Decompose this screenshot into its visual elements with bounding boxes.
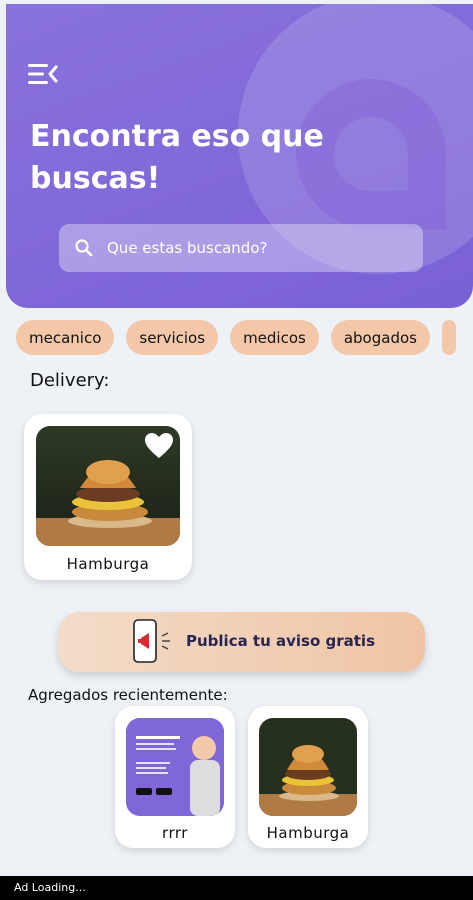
promo-image (126, 718, 224, 816)
page-title: Encontra eso que buscas! (30, 119, 324, 196)
category-chip-abogados[interactable]: abogados (330, 320, 430, 355)
phone-megaphone-icon (133, 619, 170, 663)
category-chip-servicios[interactable]: servicios (126, 320, 219, 355)
header-banner: Encontra eso que buscas! (6, 4, 473, 308)
search-input[interactable] (107, 239, 387, 257)
category-chip-more[interactable] (441, 320, 456, 355)
category-chip-medicos[interactable]: medicos (230, 320, 319, 355)
publish-ad-label: Publica tu aviso gratis (186, 632, 375, 650)
category-chips: mecanico servicios medicos abogados (16, 320, 456, 355)
category-chip-mecanico[interactable]: mecanico (16, 320, 115, 355)
recent-item-card[interactable]: Hamburga (248, 706, 368, 848)
recent-section-title: Agregados recientemente: (28, 686, 228, 704)
ad-banner[interactable]: Ad Loading... (0, 876, 473, 900)
recent-item-label: Hamburga (266, 824, 350, 842)
delivery-item-card[interactable]: Hamburga (24, 414, 192, 580)
delivery-section-title: Delivery: (30, 370, 110, 391)
ad-loading-text: Ad Loading... (14, 881, 86, 894)
recent-item-card[interactable]: rrrr (115, 706, 235, 848)
publish-ad-button[interactable]: Publica tu aviso gratis (58, 612, 425, 672)
recent-item-label: rrrr (162, 824, 188, 842)
menu-collapse-icon[interactable] (28, 62, 58, 86)
search-icon (75, 239, 93, 257)
heart-icon[interactable] (144, 432, 174, 460)
delivery-item-label: Hamburga (66, 555, 150, 573)
search-bar[interactable] (59, 224, 423, 272)
burger-image (259, 718, 357, 816)
